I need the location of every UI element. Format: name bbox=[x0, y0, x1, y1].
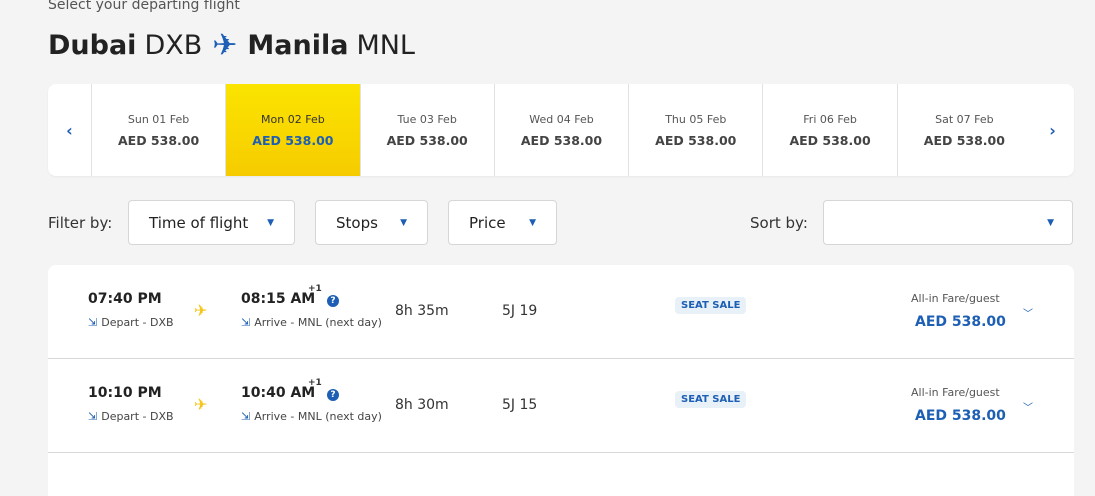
flight-duration: 8h 35m bbox=[395, 303, 449, 319]
date-label: Wed 04 Feb bbox=[529, 112, 594, 126]
destination-code: MNL bbox=[356, 30, 415, 61]
arrive-label: ⇲ Arrive - MNL (next day) bbox=[241, 410, 382, 423]
date-option[interactable]: Sun 01 Feb AED 538.00 bbox=[90, 84, 225, 176]
chevron-down-icon[interactable]: ﹀ bbox=[1023, 399, 1033, 414]
date-label: Mon 02 Feb bbox=[261, 112, 325, 126]
filter-button-label: Time of flight bbox=[149, 213, 249, 232]
date-price: AED 538.00 bbox=[923, 132, 1005, 148]
filter-button-label: Price bbox=[469, 213, 506, 232]
date-price: AED 538.00 bbox=[789, 132, 871, 148]
sort-select[interactable]: ▼ bbox=[823, 200, 1073, 245]
date-label: Sun 01 Feb bbox=[127, 112, 190, 126]
date-price: AED 538.00 bbox=[520, 132, 603, 148]
depart-label-text: Depart - DXB bbox=[101, 316, 174, 329]
flight-results: 07:40 PM ⇲ Depart - DXB ✈ 08:15 AM +1 ? ⇲… bbox=[48, 265, 1074, 496]
caret-down-icon: ▼ bbox=[400, 217, 407, 228]
arrive-label-text: Arrive - MNL (next day) bbox=[254, 316, 382, 329]
date-option[interactable]: Thu 05 Feb AED 538.00 bbox=[628, 84, 762, 176]
landing-icon: ⇲ bbox=[241, 316, 251, 329]
date-label: Tue 03 Feb bbox=[397, 112, 457, 126]
depart-label: ⇲ Depart - DXB bbox=[88, 316, 174, 329]
depart-time: 10:10 PM bbox=[88, 385, 162, 401]
arrive-time: 08:15 AM bbox=[241, 291, 316, 307]
landing-icon: ⇲ bbox=[241, 410, 251, 423]
flight-row[interactable]: 10:10 PM ⇲ Depart - DXB ✈ 10:40 AM +1 ? ⇲… bbox=[48, 359, 1074, 453]
help-icon[interactable]: ? bbox=[327, 295, 339, 307]
takeoff-icon: ⇲ bbox=[88, 410, 98, 423]
arrive-label: ⇲ Arrive - MNL (next day) bbox=[241, 316, 382, 329]
price-filter[interactable]: Price ▼ bbox=[448, 200, 557, 245]
fare-price: AED 538.00 bbox=[915, 408, 1006, 424]
airplane-icon: ✈ bbox=[194, 301, 208, 320]
next-day-marker: +1 bbox=[308, 378, 322, 388]
date-label: Sat 07 Feb bbox=[935, 112, 994, 126]
time-of-flight-filter[interactable]: Time of flight ▼ bbox=[128, 200, 295, 245]
filter-button-label: Stops bbox=[336, 213, 378, 232]
sort-label: Sort by: bbox=[750, 214, 808, 232]
chevron-down-icon[interactable]: ﹀ bbox=[1023, 305, 1033, 320]
next-day-marker: +1 bbox=[308, 284, 322, 294]
caret-down-icon: ▼ bbox=[267, 217, 274, 228]
depart-label-text: Depart - DXB bbox=[101, 410, 174, 423]
date-price: AED 538.00 bbox=[252, 132, 334, 148]
airplane-icon: ✈ bbox=[212, 27, 238, 63]
origin-city: Dubai bbox=[48, 30, 137, 61]
seat-sale-badge: SEAT SALE bbox=[675, 391, 747, 408]
help-icon[interactable]: ? bbox=[327, 389, 339, 401]
flight-row[interactable]: 07:40 PM ⇲ Depart - DXB ✈ 08:15 AM +1 ? ⇲… bbox=[48, 265, 1074, 359]
date-price: AED 538.00 bbox=[117, 132, 200, 148]
flight-number: 5J 15 bbox=[502, 397, 538, 413]
arrive-time: 10:40 AM bbox=[241, 385, 316, 401]
flight-duration: 8h 30m bbox=[395, 397, 449, 413]
route-heading: Dubai DXB ✈ Manila MNL bbox=[48, 30, 415, 61]
chevron-right-icon[interactable]: › bbox=[1031, 84, 1074, 176]
date-option[interactable]: Sat 07 Feb AED 538.00 bbox=[896, 84, 1031, 176]
date-option[interactable]: Tue 03 Feb AED 538.00 bbox=[359, 84, 494, 176]
fare-label: All-in Fare/guest bbox=[911, 386, 1000, 399]
chevron-left-icon[interactable]: ‹ bbox=[48, 84, 91, 176]
depart-label: ⇲ Depart - DXB bbox=[88, 410, 174, 423]
caret-down-icon: ▼ bbox=[1047, 217, 1054, 228]
filter-label: Filter by: bbox=[48, 214, 113, 232]
page-subtitle: Select your departing flight bbox=[48, 0, 240, 13]
date-strip: ‹ Sun 01 Feb AED 538.00 Mon 02 Feb AED 5… bbox=[48, 84, 1074, 176]
depart-time: 07:40 PM bbox=[88, 291, 162, 307]
takeoff-icon: ⇲ bbox=[88, 316, 98, 329]
fare-price: AED 538.00 bbox=[915, 314, 1006, 330]
stops-filter[interactable]: Stops ▼ bbox=[315, 200, 428, 245]
date-label: Thu 05 Feb bbox=[665, 112, 727, 126]
caret-down-icon: ▼ bbox=[529, 217, 536, 228]
airplane-icon: ✈ bbox=[194, 395, 208, 414]
date-option[interactable]: Wed 04 Feb AED 538.00 bbox=[493, 84, 628, 176]
origin-code: DXB bbox=[144, 30, 203, 61]
date-price: AED 538.00 bbox=[655, 132, 737, 148]
arrive-label-text: Arrive - MNL (next day) bbox=[254, 410, 382, 423]
flight-number: 5J 19 bbox=[502, 303, 538, 319]
date-option-selected[interactable]: Mon 02 Feb AED 538.00 bbox=[225, 84, 360, 176]
date-price: AED 538.00 bbox=[386, 132, 468, 148]
seat-sale-badge: SEAT SALE bbox=[675, 297, 747, 314]
date-option[interactable]: Fri 06 Feb AED 538.00 bbox=[762, 84, 896, 176]
destination-city: Manila bbox=[247, 30, 349, 61]
date-label: Fri 06 Feb bbox=[803, 112, 857, 126]
fare-label: All-in Fare/guest bbox=[911, 292, 1000, 305]
